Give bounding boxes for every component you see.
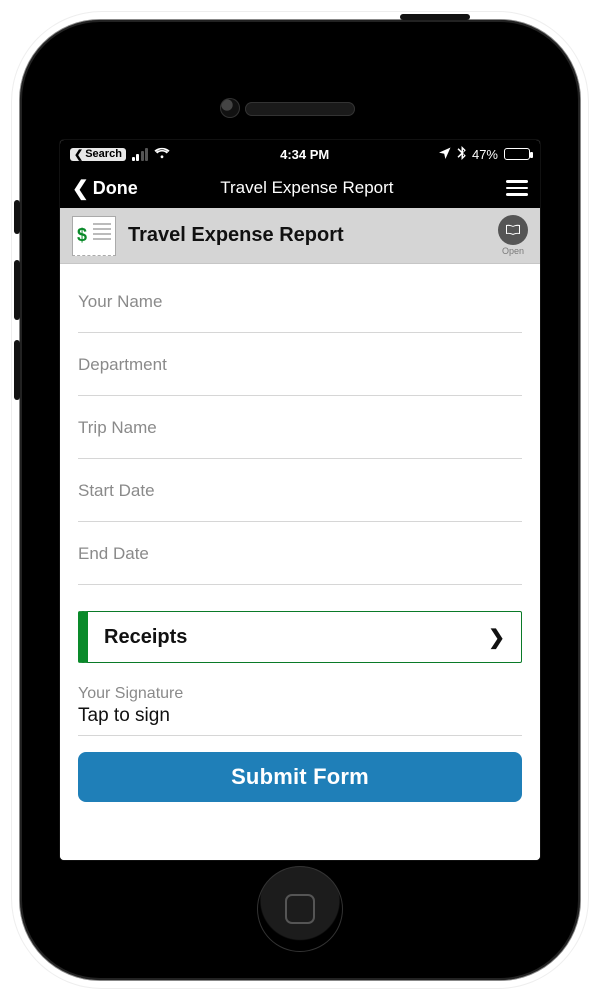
document-title: Travel Expense Report (128, 224, 344, 247)
back-to-app-label: Search (85, 148, 122, 160)
status-bar: ❮ Search 4:34 PM 47% (60, 140, 540, 168)
wifi-icon (154, 146, 170, 162)
book-open-icon (498, 215, 528, 245)
end-date-placeholder: End Date (78, 544, 522, 564)
mute-switch (14, 200, 20, 234)
home-square-icon (285, 894, 315, 924)
receipts-label: Receipts (104, 626, 187, 649)
department-placeholder: Department (78, 355, 522, 375)
page-title: Travel Expense Report (118, 178, 496, 198)
receipts-row[interactable]: Receipts ❯ (78, 611, 522, 663)
menu-button[interactable] (506, 180, 528, 196)
back-to-app[interactable]: ❮ Search (70, 148, 126, 161)
cellular-signal-icon (132, 148, 149, 161)
start-date-field[interactable]: Start Date (78, 459, 522, 522)
device-frame: ❮ Search 4:34 PM 47% (20, 20, 580, 980)
chevron-left-icon: ❮ (72, 176, 89, 201)
start-date-placeholder: Start Date (78, 481, 522, 501)
power-button (400, 14, 470, 20)
trip-name-placeholder: Trip Name (78, 418, 522, 438)
status-time: 4:34 PM (170, 147, 439, 162)
department-field[interactable]: Department (78, 333, 522, 396)
trip-name-field[interactable]: Trip Name (78, 396, 522, 459)
document-header: $ Travel Expense Report Open (60, 208, 540, 264)
submit-button[interactable]: Submit Form (78, 752, 522, 802)
signature-label: Your Signature (78, 685, 522, 703)
signature-field[interactable]: Tap to sign (78, 705, 522, 727)
end-date-field[interactable]: End Date (78, 522, 522, 585)
bluetooth-icon (457, 146, 466, 163)
volume-up (14, 260, 20, 320)
receipt-dollar-icon: $ (72, 216, 116, 256)
home-button[interactable] (257, 866, 343, 952)
chevron-left-icon: ❮ (74, 148, 83, 161)
form-body: Your Name Department Trip Name Start Dat… (60, 264, 540, 860)
volume-down (14, 340, 20, 400)
submit-label: Submit Form (231, 764, 369, 789)
nav-bar: ❮ Done Travel Expense Report (60, 168, 540, 208)
open-label: Open (502, 246, 524, 256)
earpiece (245, 102, 355, 116)
chevron-right-icon: ❯ (488, 625, 505, 650)
your-name-placeholder: Your Name (78, 292, 522, 312)
front-camera (220, 98, 240, 118)
battery-percent: 47% (472, 147, 498, 162)
battery-icon (504, 148, 530, 160)
open-button[interactable]: Open (498, 215, 528, 256)
hamburger-icon (506, 180, 528, 183)
location-arrow-icon (439, 147, 451, 162)
screen: ❮ Search 4:34 PM 47% (60, 140, 540, 860)
your-name-field[interactable]: Your Name (78, 270, 522, 333)
